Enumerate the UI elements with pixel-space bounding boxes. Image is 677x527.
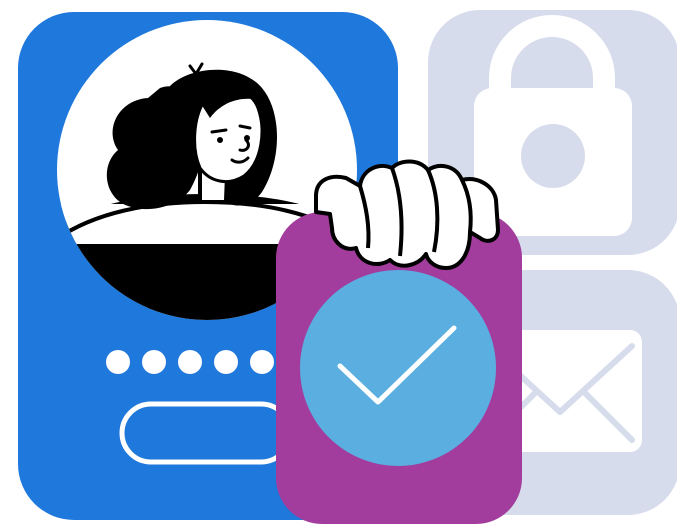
password-dot	[142, 350, 166, 374]
security-illustration	[18, 10, 677, 524]
password-dot	[178, 350, 202, 374]
password-dot	[106, 350, 130, 374]
password-dot	[214, 350, 238, 374]
checkmark-icon	[300, 270, 496, 466]
password-dot	[250, 350, 274, 374]
